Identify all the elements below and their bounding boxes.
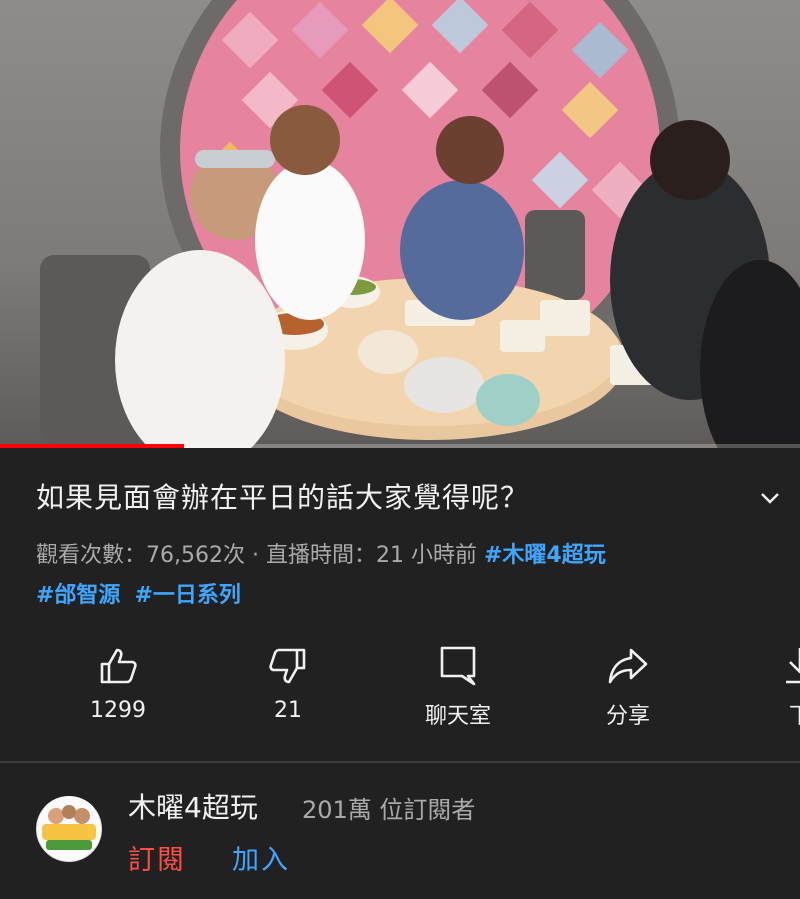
dislike-button[interactable]: 21 bbox=[228, 640, 348, 740]
like-button[interactable]: 1299 bbox=[58, 640, 178, 740]
thumbs-down-icon bbox=[269, 648, 306, 684]
share-icon bbox=[608, 648, 648, 684]
video-title: 如果見面會辦在平日的話大家覺得呢？ bbox=[36, 481, 530, 514]
hashtag-link[interactable]: #一日系列 bbox=[134, 583, 240, 608]
like-count: 1299 bbox=[90, 698, 146, 723]
stream-time: 直播時間：21 小時前 bbox=[265, 543, 477, 568]
share-button[interactable]: 分享 bbox=[568, 640, 688, 740]
progress-bar[interactable] bbox=[0, 444, 800, 448]
thumbs-up-icon bbox=[100, 648, 137, 684]
download-label: 下 bbox=[788, 704, 800, 729]
channel-logo-icon bbox=[37, 797, 101, 861]
title-row[interactable]: 如果見面會辦在平日的話大家覺得呢？ bbox=[36, 478, 756, 518]
download-icon bbox=[786, 648, 800, 684]
channel-name[interactable]: 木曜4超玩 bbox=[128, 786, 258, 826]
video-meta: 觀看次數：76,562次 · 直播時間：21 小時前 #木曜4超玩 #邰智源 #… bbox=[36, 536, 776, 616]
meta-separator: · bbox=[251, 543, 259, 568]
chat-icon bbox=[440, 646, 476, 686]
share-label: 分享 bbox=[605, 704, 650, 729]
chevron-down-icon[interactable] bbox=[756, 484, 784, 512]
download-button[interactable]: 下 bbox=[740, 640, 800, 740]
progress-fill bbox=[0, 444, 184, 448]
join-button[interactable]: 加入 bbox=[232, 838, 290, 877]
divider bbox=[0, 761, 800, 763]
view-count: 觀看次數：76,562次 bbox=[36, 543, 245, 568]
video-player[interactable] bbox=[0, 0, 800, 448]
action-bar: 1299 21 聊天室 分享 下 bbox=[0, 640, 800, 740]
channel-avatar[interactable] bbox=[36, 796, 102, 862]
chat-label: 聊天室 bbox=[424, 704, 491, 729]
hashtag-link[interactable]: #木曜4超玩 bbox=[484, 543, 606, 568]
video-frame bbox=[40, 0, 800, 448]
subscribe-button[interactable]: 訂閱 bbox=[128, 838, 186, 877]
subscriber-count: 201萬 位訂閱者 bbox=[302, 796, 476, 824]
hashtag-link[interactable]: #邰智源 bbox=[36, 583, 120, 608]
chat-button[interactable]: 聊天室 bbox=[398, 640, 518, 740]
dislike-count: 21 bbox=[274, 698, 302, 723]
